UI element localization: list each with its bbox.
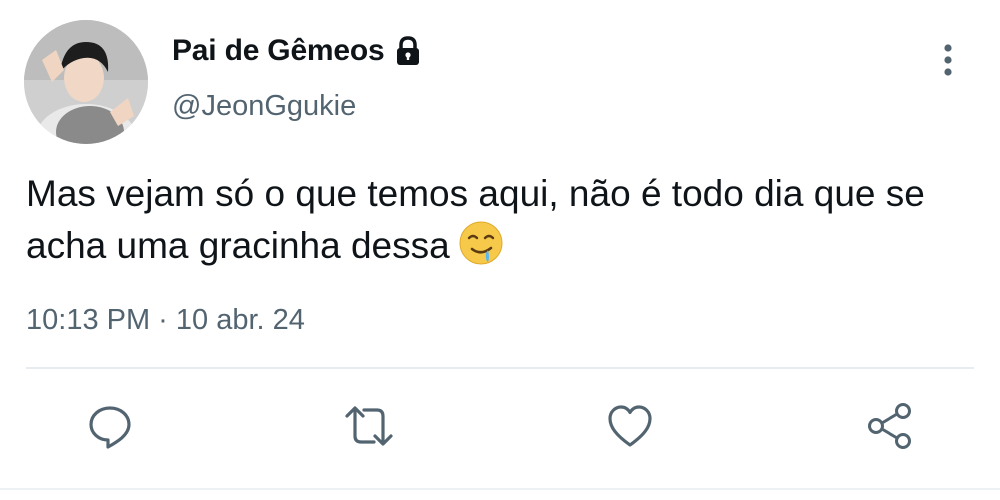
lock-icon: [393, 35, 423, 67]
share-icon: [865, 401, 915, 451]
more-vertical-icon[interactable]: [936, 44, 960, 78]
tweet-text: Mas vejam só o que temos aqui, não é tod…: [26, 168, 966, 272]
display-name-row: Pai de Gêmeos: [172, 34, 423, 68]
reply-button[interactable]: [84, 400, 136, 452]
like-button[interactable]: [604, 400, 656, 452]
divider: [26, 367, 974, 369]
drooling-face-emoji: [458, 220, 504, 266]
retweet-button[interactable]: [343, 400, 395, 452]
profile-photo: [24, 20, 148, 144]
avatar[interactable]: [24, 20, 148, 144]
reply-icon: [86, 402, 134, 450]
heart-icon: [606, 403, 654, 449]
retweet-icon: [342, 402, 396, 450]
tweet-timestamp[interactable]: 10:13 PM · 10 abr. 24: [26, 304, 305, 337]
display-name[interactable]: Pai de Gêmeos: [172, 34, 385, 68]
share-button[interactable]: [864, 400, 916, 452]
bottom-divider: [0, 488, 1000, 490]
user-handle[interactable]: @JeonGgukie: [172, 90, 356, 123]
